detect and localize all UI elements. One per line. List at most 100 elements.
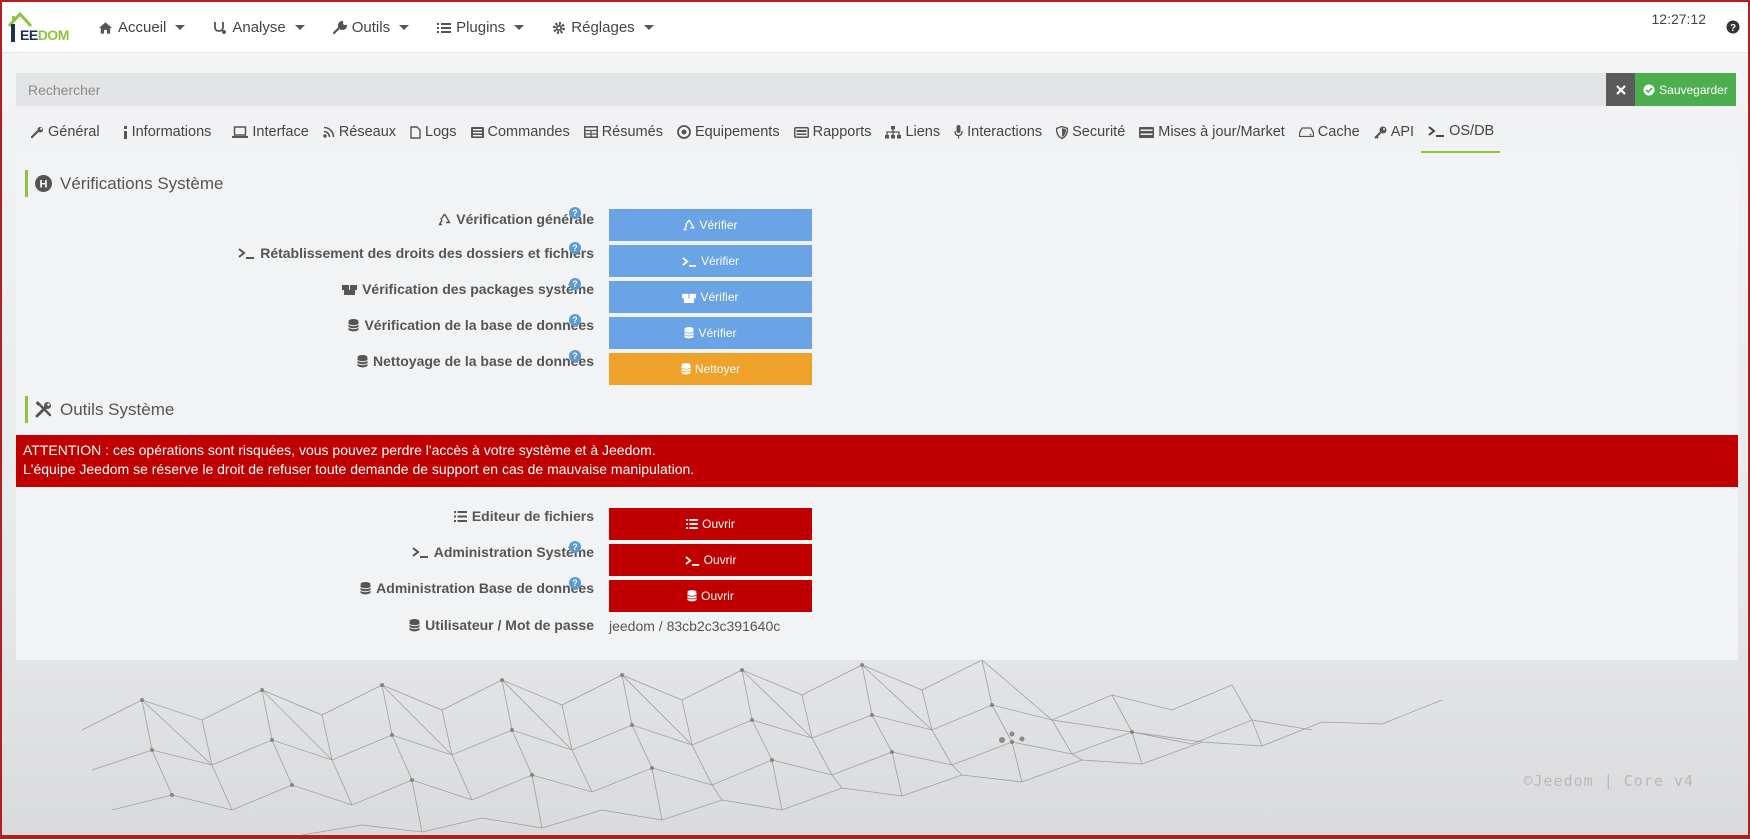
row-label-text: Editeur de fichiers (471, 508, 594, 524)
help-tooltip-icon[interactable]: ? (569, 314, 581, 326)
check-circle-icon (1643, 84, 1655, 95)
shield-icon (1056, 125, 1069, 139)
open-database-admin-button[interactable]: Ouvrir (609, 580, 812, 612)
list-icon (437, 22, 452, 33)
help-tooltip-icon[interactable]: ? (569, 541, 581, 553)
database-icon (681, 363, 691, 375)
help-tooltip-icon[interactable]: ? (569, 278, 581, 290)
clean-database-button[interactable]: Nettoyer (609, 353, 812, 385)
tab-mises-a-jour[interactable]: Mises à jour/Market (1132, 111, 1292, 153)
caret-down-icon (643, 25, 654, 30)
sitemap-icon (885, 125, 902, 138)
list-icon (470, 126, 484, 138)
tab-api[interactable]: API (1367, 111, 1421, 153)
row-label-verification-bdd: Vérification de la base de données (348, 317, 594, 333)
button-label: Nettoyer (694, 362, 741, 376)
menu-reglages[interactable]: Réglages (552, 19, 654, 36)
tab-label: Cache (1317, 124, 1360, 140)
button-label: Ouvrir (702, 517, 735, 531)
tab-label: Rapports (812, 124, 872, 140)
danger-warning-alert: ATTENTION : ces opérations sont risquées… (16, 435, 1738, 487)
jeedom-logo[interactable]: EEDOM (7, 10, 79, 46)
clear-search-button[interactable] (1606, 73, 1635, 106)
menu-outils[interactable]: Outils (332, 19, 410, 36)
question-circle-icon: ? (1726, 20, 1740, 34)
stethoscope-icon (214, 21, 227, 34)
verify-rights-button[interactable]: Vérifier (609, 245, 812, 277)
help-tooltip-icon[interactable]: ? (569, 350, 581, 362)
terminal-icon (1428, 126, 1445, 137)
help-tooltip-icon[interactable]: ? (569, 242, 581, 254)
table-icon (583, 126, 598, 138)
row-label-editeur-fichiers: Editeur de fichiers (453, 508, 594, 524)
key-icon (1374, 126, 1387, 139)
tab-label: OS/DB (1449, 123, 1495, 139)
help-tooltip-icon[interactable]: ? (569, 207, 581, 219)
menu-plugins[interactable]: Plugins (437, 19, 525, 36)
open-file-editor-button[interactable]: Ouvrir (609, 508, 812, 540)
tab-reseaux[interactable]: Réseaux (316, 111, 403, 153)
drive-icon (1298, 127, 1314, 137)
microphone-icon (954, 125, 963, 139)
tab-label: Général (48, 124, 100, 140)
database-icon (409, 618, 420, 631)
button-label: Vérifier (698, 326, 737, 340)
wrench-icon (31, 126, 44, 138)
verify-packages-button[interactable]: Vérifier (609, 281, 812, 313)
os-db-panel: H Vérifications Système Vérification gén… (16, 153, 1738, 660)
save-button[interactable]: Sauvegarder (1635, 73, 1736, 106)
tab-informations[interactable]: Informations (116, 111, 226, 153)
tab-label: Interactions (967, 124, 1043, 140)
tab-commandes[interactable]: Commandes (464, 111, 577, 153)
warning-line: L'équipe Jeedom se réserve le droit de r… (23, 461, 695, 477)
tab-interface[interactable]: Interface (225, 111, 315, 153)
row-label-text: Administration Base de données (376, 580, 594, 596)
menu-label: Analyse (232, 19, 286, 36)
info-icon (123, 125, 127, 139)
database-icon (360, 581, 371, 594)
tab-label: Mises à jour/Market (1158, 124, 1285, 140)
tab-cache[interactable]: Cache (1292, 111, 1367, 153)
menu-analyse[interactable]: Analyse (213, 19, 305, 36)
logo-text: EEDOM (20, 27, 69, 43)
save-label: Sauvegarder (1659, 82, 1728, 97)
tab-label: Securité (1072, 124, 1126, 140)
database-icon (687, 590, 697, 602)
tab-rapports[interactable]: Rapports (787, 111, 879, 153)
button-label: Vérifier (700, 290, 739, 304)
tab-equipements[interactable]: Equipements (670, 111, 787, 153)
home-icon (98, 21, 113, 34)
tab-os-db[interactable]: OS/DB (1421, 111, 1501, 153)
main-menu: Accueil Analyse Outils Plugins Réglages (98, 2, 682, 53)
tab-label: Liens (905, 124, 941, 140)
tab-label: Résumés (601, 124, 663, 140)
caret-down-icon (399, 25, 410, 30)
menu-label: Plugins (456, 19, 506, 36)
gear-icon (553, 21, 566, 34)
recycle-icon (438, 213, 451, 225)
row-label-credentials: Utilisateur / Mot de passe (409, 617, 594, 633)
tab-securite[interactable]: Securité (1049, 111, 1132, 153)
tab-resumes[interactable]: Résumés (577, 111, 670, 153)
rss-icon (323, 126, 335, 138)
close-icon (1615, 84, 1626, 95)
tab-interactions[interactable]: Interactions (947, 111, 1049, 153)
tab-label: Réseaux (338, 124, 397, 140)
tab-general[interactable]: Général (16, 111, 116, 153)
menu-label: Accueil (118, 19, 167, 36)
open-system-admin-button[interactable]: Ouvrir (609, 544, 812, 576)
verify-general-button[interactable]: Vérifier (609, 209, 812, 241)
hdd-icon (793, 126, 809, 138)
button-label: Ouvrir (703, 553, 737, 567)
help-tooltip-icon[interactable]: ? (569, 577, 581, 589)
tab-liens[interactable]: Liens (878, 111, 947, 153)
settings-tabs: Général Informations Interface Réseaux L… (16, 111, 1738, 153)
menu-accueil[interactable]: Accueil (98, 19, 186, 36)
verify-database-button[interactable]: Vérifier (609, 317, 812, 349)
search-input[interactable] (16, 73, 1606, 106)
section-title-outils: Outils Système (25, 396, 174, 423)
tab-logs[interactable]: Logs (403, 111, 463, 153)
server-icon (1139, 126, 1155, 138)
clock: 12:27:12 (1651, 11, 1707, 27)
help-button[interactable]: ? (1726, 20, 1740, 37)
